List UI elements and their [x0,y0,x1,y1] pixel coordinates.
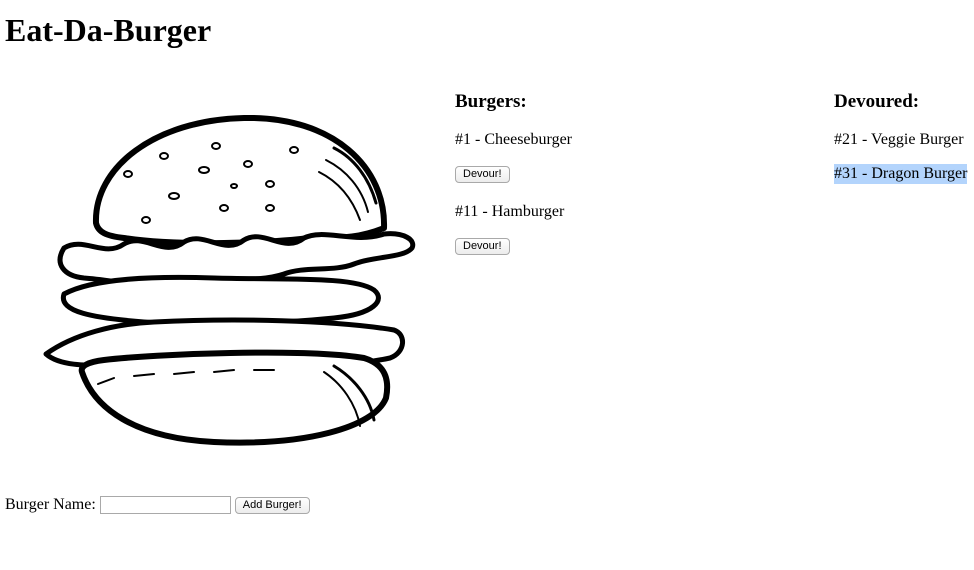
devoured-item: #21 - Veggie Burger [834,112,974,150]
burger-icon [43,114,416,446]
burger-label: #11 - Hamburger [455,203,565,220]
add-burger-form: Burger Name: Add Burger! [5,496,310,514]
burger-name-label: Burger Name: [5,496,96,513]
burger-illustration [34,108,420,454]
add-burger-button[interactable]: Add Burger! [234,496,310,514]
burger-item: #1 - Cheeseburger Devour! [455,112,815,184]
burgers-column: Burgers: #1 - Cheeseburger Devour! #11 -… [455,92,815,256]
devour-button[interactable]: Devour! [455,166,510,183]
burgers-heading: Burgers: [455,91,527,112]
devour-button[interactable]: Devour! [455,238,510,255]
devoured-label: #21 - Veggie Burger [834,131,964,148]
devoured-heading: Devoured: [834,91,920,112]
devoured-list: #21 - Veggie Burger #31 - Dragon Burger [834,112,974,184]
page-title: Eat-Da-Burger [5,12,212,48]
devoured-label: #31 - Dragon Burger [834,164,968,184]
burger-name-input[interactable] [99,496,231,514]
burger-list: #1 - Cheeseburger Devour! #11 - Hamburge… [455,112,815,256]
devoured-item: #31 - Dragon Burger [834,150,974,184]
devoured-column: Devoured: #21 - Veggie Burger #31 - Drag… [834,92,974,184]
burger-label: #1 - Cheeseburger [455,131,572,148]
burger-item: #11 - Hamburger Devour! [455,184,815,256]
